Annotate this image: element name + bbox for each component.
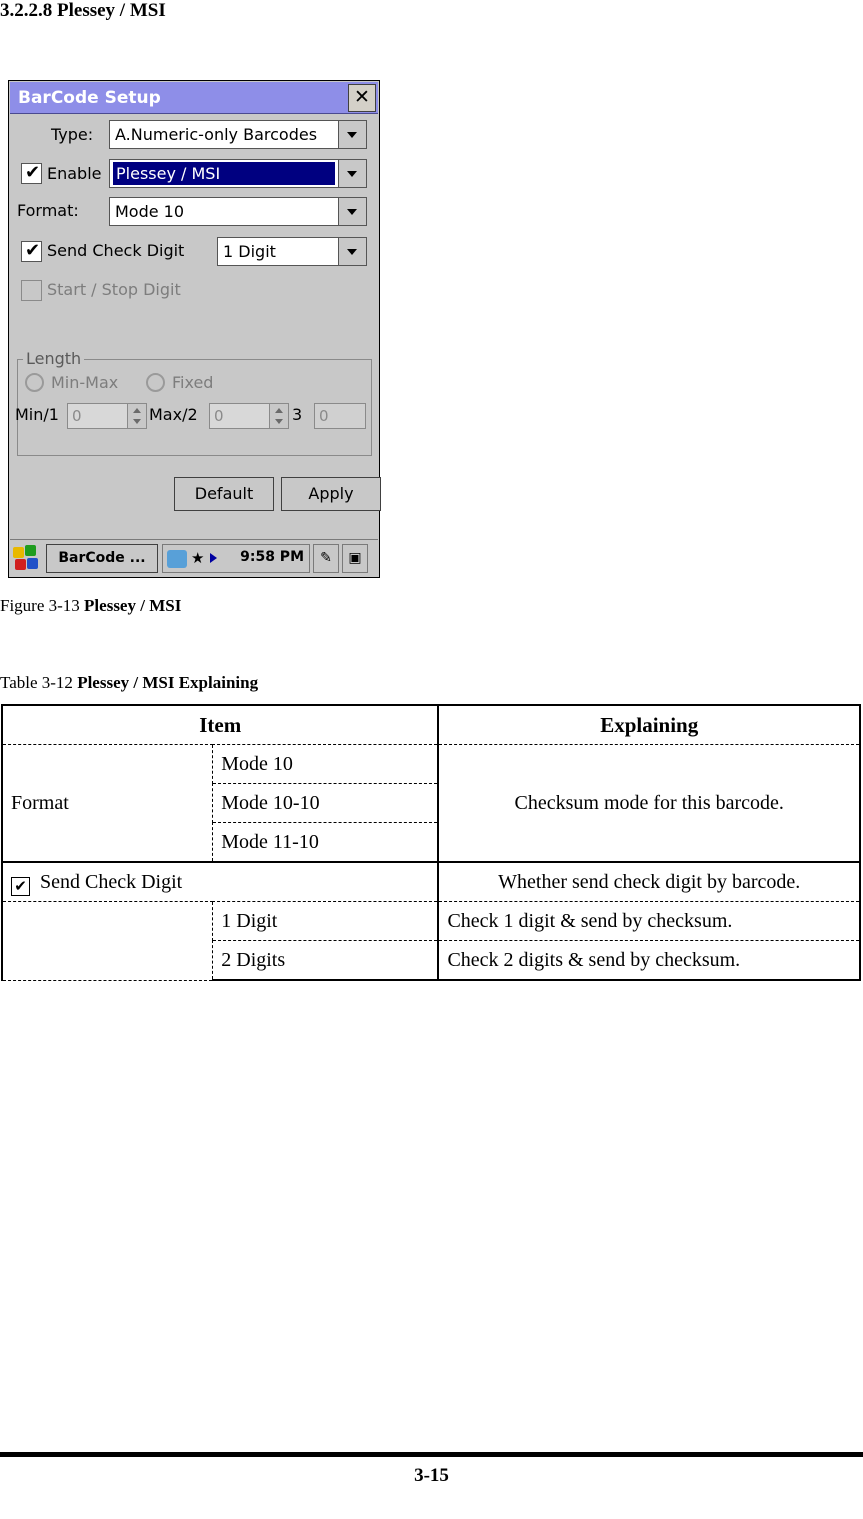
min-value: 0 — [72, 407, 82, 425]
table-row: ✔ Send Check Digit Whether send check dig… — [0, 861, 861, 902]
enable-combobox[interactable]: Plessey / MSI — [109, 159, 367, 188]
format-label-cell: Format — [1, 744, 214, 863]
table-row: Format Mode 10 Checksum mode for this ba… — [1, 744, 861, 863]
header-explaining: Explaining — [437, 704, 861, 745]
close-icon[interactable]: ✕ — [348, 84, 376, 112]
min-label: Min/1 — [15, 405, 59, 424]
spacer-cell — [1, 901, 214, 981]
figure-caption: Figure 3-13 Plessey / MSI — [0, 596, 181, 616]
digit-option-cell: 2 Digits — [212, 940, 439, 981]
page-number: 3-15 — [414, 1465, 449, 1486]
send-check-digit-cell: ✔ Send Check Digit — [0, 861, 439, 902]
third-label: 3 — [292, 405, 303, 424]
person-icon[interactable]: ★ — [191, 549, 204, 567]
explaining-table: Item Explaining Format Mode 10 Checksum … — [0, 704, 861, 981]
start-stop-digit-label: Start / Stop Digit — [47, 280, 181, 299]
send-check-digit-explaining: Whether send check digit by barcode. — [437, 861, 861, 902]
length-group-title: Length — [23, 349, 85, 368]
chevron-down-icon[interactable] — [338, 120, 367, 149]
table-header-row: Item Explaining — [0, 704, 861, 745]
spinner-arrows-icon — [127, 403, 147, 429]
fixed-label: Fixed — [172, 373, 214, 392]
fixed-radio — [146, 373, 165, 392]
send-check-digit-checkbox[interactable]: ✔ — [21, 240, 42, 262]
start-icon[interactable] — [13, 545, 41, 572]
max-spinner: 0 — [209, 403, 289, 429]
format-option-cell: Mode 10 — [212, 744, 439, 784]
send-check-digit-checkbox-icon: ✔ — [11, 876, 30, 896]
format-value: Mode 10 — [115, 202, 185, 221]
format-explaining-cell: Checksum mode for this barcode. — [437, 744, 861, 863]
start-stop-digit-checkbox — [21, 280, 42, 301]
digit-option-cell: 1 Digit — [212, 901, 439, 941]
max-value: 0 — [214, 407, 224, 425]
third-value: 0 — [319, 407, 329, 425]
table-caption-prefix: Table 3-12 — [0, 673, 78, 692]
enable-label: Enable — [47, 164, 102, 183]
document-page: 3.2.2.8 Plessey / MSI BarCode Setup ✕ Ty… — [0, 0, 863, 1519]
send-check-digit-combobox[interactable]: 1 Digit — [217, 237, 367, 266]
third-spinner: 0 — [314, 403, 366, 429]
input-panel-icon[interactable]: ✎ — [313, 544, 339, 573]
table-row: 1 Digit Check 1 digit & send by checksum… — [1, 901, 861, 981]
min-max-label: Min-Max — [51, 373, 119, 392]
figure-caption-bold: Plessey / MSI — [84, 596, 182, 615]
default-button[interactable]: Default — [174, 477, 274, 511]
system-tray: ★ 9:58 PM — [162, 544, 310, 573]
chevron-down-icon[interactable] — [338, 159, 367, 188]
taskbar-barcode-button[interactable]: BarCode ... — [46, 544, 158, 573]
chevron-down-icon[interactable] — [338, 197, 367, 226]
type-combobox[interactable]: A.Numeric-only Barcodes — [109, 120, 367, 149]
keyboard-icon[interactable]: ▣ — [342, 544, 368, 573]
play-icon — [210, 553, 217, 563]
format-label: Format: — [17, 201, 79, 220]
apply-button[interactable]: Apply — [281, 477, 381, 511]
check-icon: ✔ — [25, 162, 41, 183]
figure-caption-prefix: Figure 3-13 — [0, 596, 85, 615]
format-combobox[interactable]: Mode 10 — [109, 197, 367, 226]
send-check-digit-value: 1 Digit — [223, 242, 276, 261]
min-spinner: 0 — [67, 403, 147, 429]
device-screenshot: BarCode Setup ✕ Type: A.Numeric-only Bar… — [8, 80, 381, 578]
footer-divider — [0, 1452, 863, 1457]
type-label: Type: — [51, 125, 94, 144]
format-option-cell: Mode 11-10 — [212, 822, 439, 863]
digit-explaining-cell: Check 1 digit & send by checksum. — [437, 901, 861, 941]
max-label: Max/2 — [149, 405, 198, 424]
spinner-arrows-icon — [269, 403, 289, 429]
table-caption-bold: Plessey / MSI Explaining — [77, 673, 259, 692]
table-caption: Table 3-12 Plessey / MSI Explaining — [0, 673, 258, 693]
send-check-digit-label: Send Check Digit — [40, 870, 183, 893]
type-value: A.Numeric-only Barcodes — [115, 125, 318, 144]
min-max-radio — [25, 373, 44, 392]
check-icon: ✔ — [25, 240, 41, 261]
taskbar: BarCode ... ★ 9:58 PM ✎ ▣ — [10, 539, 378, 576]
enable-checkbox[interactable]: ✔ — [21, 162, 42, 184]
window-title: BarCode Setup — [18, 88, 161, 108]
network-icon[interactable] — [167, 550, 187, 568]
clock: 9:58 PM — [240, 549, 304, 565]
digit-explaining-cell: Check 2 digits & send by checksum. — [437, 940, 861, 981]
chevron-down-icon[interactable] — [338, 237, 367, 266]
send-check-digit-label: Send Check Digit — [47, 241, 185, 260]
page-title: 3.2.2.8 Plessey / MSI — [0, 0, 166, 21]
window-titlebar: BarCode Setup ✕ — [10, 82, 378, 114]
header-item: Item — [0, 704, 439, 745]
enable-value: Plessey / MSI — [113, 162, 335, 185]
format-option-cell: Mode 10-10 — [212, 783, 439, 823]
